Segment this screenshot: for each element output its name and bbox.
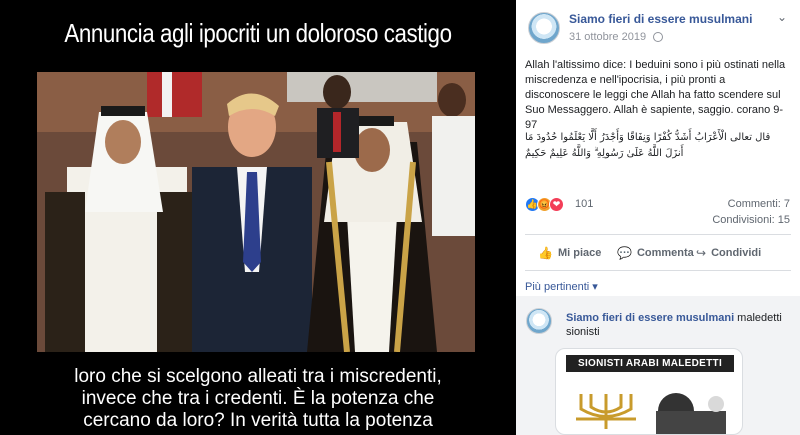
share-label: Condividi	[711, 247, 762, 259]
comment-button[interactable]: 💬 Commenta	[617, 244, 694, 262]
globe-icon	[653, 32, 663, 42]
page-avatar[interactable]	[528, 12, 560, 44]
comment-sort-label: Più pertinenti	[525, 281, 590, 293]
comment-icon: 💬	[617, 246, 632, 260]
comments-count[interactable]: Commenti: 7	[728, 198, 790, 210]
comment-bubble: Siamo fieri di essere musulmani maledett…	[558, 306, 792, 344]
thumbs-up-icon: 👍	[538, 246, 553, 260]
caption-line: cercano da loro? In verità tutta la pote…	[83, 410, 433, 431]
comments-section: Siamo fieri di essere musulmani maledett…	[516, 296, 800, 435]
share-icon: ↪	[696, 246, 707, 260]
caption-line: invece che tra i credenti. È la potenza …	[81, 388, 435, 409]
post-text: Allah l'altissimo dice: I beduini sono i…	[525, 59, 786, 131]
comment-label: Commenta	[636, 247, 694, 259]
page-name-link[interactable]: Siamo fieri di essere musulmani	[569, 12, 752, 26]
reaction-count: 101	[575, 198, 594, 210]
group-photo	[37, 72, 475, 352]
image-title-text: Annuncia agli ipocriti un doloroso casti…	[64, 18, 452, 48]
love-reaction-icon: ❤	[549, 197, 564, 212]
post-date[interactable]: 31 ottobre 2019	[569, 31, 646, 43]
comment-author-avatar[interactable]	[526, 308, 552, 334]
group-photo-illustration	[37, 72, 475, 352]
facebook-photo-viewer: Annuncia agli ipocriti un doloroso casti…	[0, 0, 800, 435]
caption-line: loro che si scelgono alleati tra i miscr…	[74, 366, 442, 387]
image-caption: loro che si scelgono alleati tra i miscr…	[0, 366, 516, 432]
share-button[interactable]: ↪ Condividi	[696, 244, 761, 262]
menorah-illustration	[576, 393, 726, 434]
chevron-down-icon[interactable]: ⌄	[774, 10, 790, 26]
comment-sort-dropdown[interactable]: Più pertinenti ▾	[525, 280, 598, 293]
divider	[525, 234, 791, 235]
comment-image[interactable]: SIONISTI ARABI MALEDETTI	[555, 348, 743, 435]
comment-author-link[interactable]: Siamo fieri di essere musulmani	[566, 312, 734, 324]
like-button[interactable]: 👍 Mi piace	[538, 244, 601, 262]
caret-down-icon: ▾	[592, 281, 598, 293]
photo-viewer-media[interactable]: Annuncia agli ipocriti un doloroso casti…	[0, 0, 516, 435]
divider	[525, 270, 791, 271]
like-label: Mi piace	[557, 247, 602, 259]
post-arabic-text: قال تعالى الْأَعْرَابُ أَشَدُّ كُفْرًا و…	[525, 132, 771, 159]
post-details-panel: Siamo fieri di essere musulmani 31 ottob…	[516, 0, 800, 435]
shares-count[interactable]: Condivisioni: 15	[712, 214, 790, 226]
